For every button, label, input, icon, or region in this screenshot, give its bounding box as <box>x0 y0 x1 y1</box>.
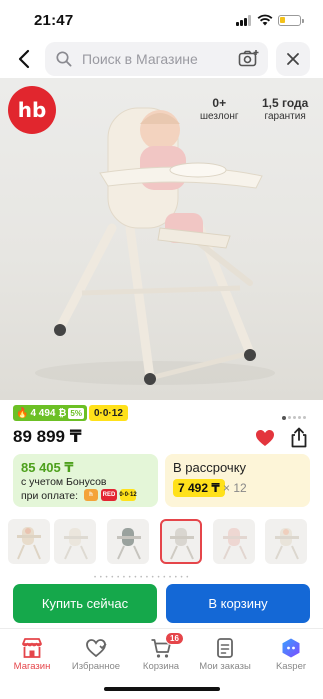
share-icon[interactable] <box>289 427 309 448</box>
product-image-gallery[interactable]: hb 0+ шезлонг 1,5 года гарантия <box>0 78 323 400</box>
fire-icon: 🔥 <box>16 407 29 419</box>
bonus-badge-value: 4 494 ₿ <box>30 407 67 419</box>
age-from-value: 0+ <box>212 96 227 110</box>
tab-kasper[interactable]: Kasper <box>256 637 323 672</box>
battery-icon <box>278 15 304 26</box>
tab-cart[interactable]: 16 Корзина <box>126 632 196 672</box>
installment-monthly: 7 492 ₸ <box>173 479 225 497</box>
thumbnail-image <box>170 528 194 560</box>
thumbnail[interactable] <box>107 519 149 564</box>
tab-cart-label: Корзина <box>142 661 180 672</box>
age-from-label: шезлонг <box>200 111 239 122</box>
close-icon <box>287 53 299 65</box>
search-icon <box>56 51 72 67</box>
promo-badges: 🔥 4 494 ₿ 5% 0·0·12 <box>13 405 128 421</box>
age-to-block: 1,5 года гарантия <box>262 96 308 122</box>
signal-icon <box>236 15 252 26</box>
search-header: Поиск в Магазине <box>0 40 323 78</box>
age-to-value: 1,5 года <box>262 96 309 110</box>
store-icon <box>22 638 42 658</box>
clock: 21:47 <box>34 12 74 29</box>
installment-card[interactable]: В рассрочку 7 492 ₸ × 12 <box>165 454 310 507</box>
tab-favorites-label: Избранное <box>71 661 121 672</box>
search-placeholder: Поиск в Магазине <box>82 51 198 67</box>
wifi-icon <box>257 14 273 26</box>
bonus-badge-percent: 5% <box>68 407 84 419</box>
installment-multiplier: × 12 <box>223 481 247 495</box>
tab-store[interactable]: Магазин <box>0 637 67 672</box>
bonus-badge: 🔥 4 494 ₿ 5% <box>13 405 87 421</box>
search-input[interactable]: Поиск в Магазине <box>45 42 268 76</box>
age-to-label: гарантия <box>264 111 306 122</box>
thumbnail-strip <box>0 519 323 564</box>
thumbnail[interactable] <box>8 519 50 564</box>
installment-icon: 0·0·12 <box>119 489 137 501</box>
status-bar: 21:47 <box>0 0 323 40</box>
thumbnail-image <box>64 528 88 560</box>
age-from-block: 0+ шезлонг <box>200 96 239 122</box>
bonus-caption-2: при оплате: <box>21 490 79 502</box>
thumbnail-selected[interactable] <box>160 519 202 564</box>
back-button[interactable] <box>10 44 38 74</box>
installment-badge: 0·0·12 <box>88 405 128 421</box>
add-to-cart-button[interactable]: В корзину <box>166 584 310 623</box>
thumbnail[interactable] <box>54 519 96 564</box>
tab-orders-label: Мои заказы <box>199 661 251 672</box>
thumbnail-image <box>223 528 247 560</box>
bonus-h-icon: h <box>84 489 98 501</box>
red-card-icon: RED <box>101 489 117 501</box>
buy-now-button[interactable]: Купить сейчас <box>13 584 157 623</box>
thumbnail[interactable] <box>213 519 255 564</box>
heart-icon[interactable] <box>255 429 275 447</box>
cart-count-badge: 16 <box>165 632 184 645</box>
product-price: 89 899 ₸ <box>13 427 82 446</box>
payment-method-icons: h RED 0·0·12 <box>84 489 137 501</box>
brand-logo: hb <box>8 86 56 134</box>
home-indicator <box>104 687 220 691</box>
tab-store-label: Магазин <box>13 661 51 672</box>
orders-icon <box>217 638 233 658</box>
tab-kasper-label: Kasper <box>275 661 307 672</box>
thumbnail-image <box>117 528 141 560</box>
tab-favorites[interactable]: Избранное <box>61 637 131 672</box>
chevron-left-icon <box>18 49 30 69</box>
thumbnail[interactable] <box>265 519 307 564</box>
favorites-icon <box>86 639 107 658</box>
installment-title: В рассрочку <box>173 460 247 475</box>
bonus-price: 85 405 ₸ <box>21 460 74 475</box>
thumbnail-image <box>17 527 41 560</box>
close-button[interactable] <box>276 42 310 76</box>
kasper-icon <box>282 638 300 658</box>
thumbnail-scroll-indicator: • • • • • • • • • • • • • • • • • <box>94 575 190 581</box>
bonus-caption-1: с учетом Бонусов <box>21 476 107 488</box>
tab-orders[interactable]: Мои заказы <box>190 637 260 672</box>
camera-search-icon[interactable] <box>238 49 260 68</box>
bonus-price-card[interactable]: 85 405 ₸ с учетом Бонусов при оплате: h … <box>13 454 158 507</box>
gallery-pagination <box>282 409 308 420</box>
thumbnail-image <box>275 528 299 560</box>
